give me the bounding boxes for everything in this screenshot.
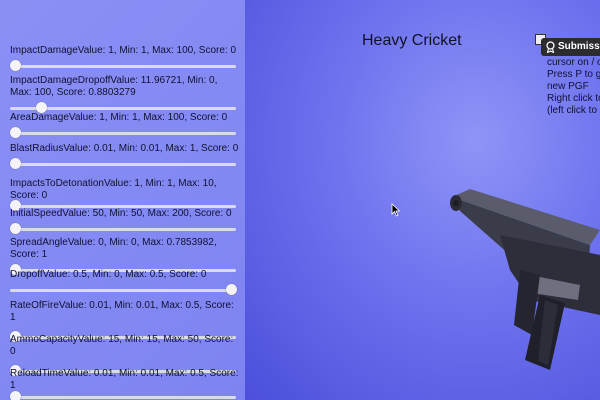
param-label: SpreadAngleValue: 0, Min: 0, Max: 0.7853… (10, 237, 217, 260)
param-dropoff: DropoffValue: 0.5, Min: 0, Max: 0.5, Sco… (10, 269, 240, 296)
slider-thumb[interactable] (10, 127, 21, 138)
param-blast-radius: BlastRadiusValue: 0.01, Min: 0.01, Max: … (10, 143, 240, 170)
param-label: ImpactDamageDropoffValue: 11.96721, Min:… (10, 75, 218, 98)
param-label: InitialSpeedValue: 50, Min: 50, Max: 200… (10, 208, 232, 219)
param-label: ImpactsToDetonationValue: 1, Min: 1, Max… (10, 178, 217, 201)
param-label: RateOfFireValue: 0.01, Min: 0.01, Max: 0… (10, 300, 234, 323)
dropoff-slider[interactable] (10, 284, 237, 296)
param-label: AreaDamageValue: 1, Min: 1, Max: 100, Sc… (10, 112, 228, 123)
param-area-damage: AreaDamageValue: 1, Min: 1, Max: 100, Sc… (10, 112, 240, 139)
initial-speed-slider[interactable] (10, 223, 236, 235)
instructions-text: cursor on / o Press P to g new PGF Right… (547, 57, 600, 117)
instruction-line: Right click to (547, 93, 600, 104)
submission-button[interactable]: Submission (541, 38, 600, 56)
param-impacts-to-detonation: ImpactsToDetonationValue: 1, Min: 1, Max… (10, 178, 240, 212)
param-impact-damage-dropoff: ImpactDamageDropoffValue: 11.96721, Min:… (10, 75, 240, 114)
param-impact-damage: ImpactDamageValue: 1, Min: 1, Max: 100, … (10, 45, 240, 72)
param-reload-time: ReloadTimeValue: 0.01, Min: 0.01, Max: 0… (10, 368, 240, 400)
blast-radius-slider[interactable] (10, 158, 236, 170)
slider-track (10, 396, 236, 399)
slider-thumb[interactable] (10, 60, 21, 71)
param-label: AmmoCapacityValue: 15, Min: 15, Max: 50,… (10, 334, 234, 357)
slider-track (10, 65, 236, 68)
slider-thumb[interactable] (10, 223, 21, 234)
param-label: ReloadTimeValue: 0.01, Min: 0.01, Max: 0… (10, 368, 239, 391)
instruction-line: Press P to g (547, 69, 600, 80)
slider-track (10, 289, 236, 292)
param-label: DropoffValue: 0.5, Min: 0, Max: 0.5, Sco… (10, 269, 207, 280)
ribbon-badge-icon (545, 41, 556, 56)
slider-track (10, 163, 236, 166)
area-damage-slider[interactable] (10, 127, 236, 139)
weapon-title: Heavy Cricket (362, 32, 462, 49)
slider-thumb[interactable] (10, 158, 21, 169)
slider-track (10, 228, 236, 231)
parameter-panel: ImpactDamageValue: 1, Min: 1, Max: 100, … (0, 0, 245, 400)
gun-model (440, 175, 600, 380)
instruction-line: new PGF (547, 81, 589, 92)
instruction-line: cursor on / o (547, 57, 600, 68)
param-label: BlastRadiusValue: 0.01, Min: 0.01, Max: … (10, 143, 239, 154)
submission-label: Submission (558, 41, 600, 52)
param-initial-speed: InitialSpeedValue: 50, Min: 50, Max: 200… (10, 208, 240, 235)
slider-thumb[interactable] (226, 284, 237, 295)
instruction-line: (left click to (547, 105, 598, 116)
param-label: ImpactDamageValue: 1, Min: 1, Max: 100, … (10, 45, 237, 56)
reload-time-slider[interactable] (10, 391, 236, 400)
slider-track (10, 132, 236, 135)
slider-thumb[interactable] (10, 391, 21, 400)
impact-damage-slider[interactable] (10, 60, 236, 72)
mouse-pointer-icon (391, 203, 401, 222)
